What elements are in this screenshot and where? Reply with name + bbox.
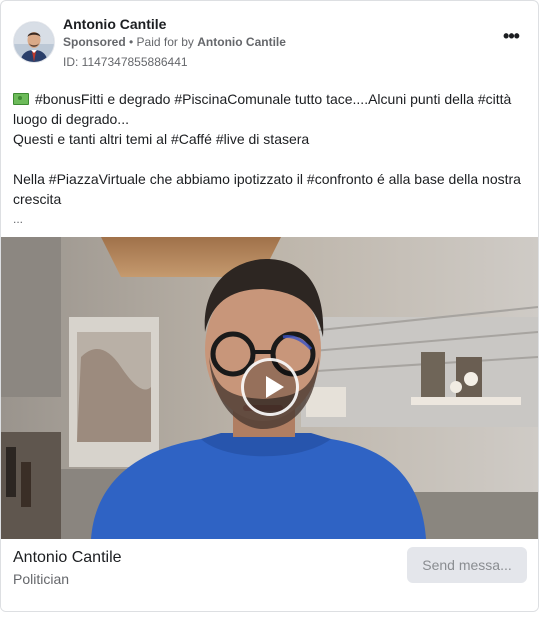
ad-card: Antonio Cantile Sponsored • Paid for by … (0, 0, 539, 612)
page-category: Politician (13, 571, 70, 587)
post-body: #bonusFitti e degrado #PiscinaComunale t… (13, 89, 528, 229)
body-line-3: Nella #PiazzaVirtuale che abbiamo ipotiz… (13, 171, 521, 207)
body-line-2: Questi e tanti altri temi al #Caffé #liv… (13, 131, 310, 147)
body-line-1: #bonusFitti e degrado #PiscinaComunale t… (13, 89, 528, 129)
more-dots-icon[interactable]: ••• (498, 27, 524, 49)
paid-for-by-name: Antonio Cantile (197, 35, 286, 49)
avatar-image (14, 22, 54, 62)
ad-footer: Antonio Cantile Politician Send messa... (1, 539, 538, 611)
see-more-ellipsis[interactable]: ... (13, 209, 528, 229)
send-message-button[interactable]: Send messa... (407, 547, 527, 583)
sponsored-label: Sponsored (63, 35, 126, 49)
ad-id: ID: 1147347855886441 (63, 55, 188, 69)
play-icon[interactable] (241, 358, 299, 416)
page-name[interactable]: Antonio Cantile (13, 549, 122, 567)
paid-for-prefix: • Paid for by (125, 35, 198, 49)
body-line-1-text: #bonusFitti e degrado #PiscinaComunale t… (13, 91, 512, 127)
sponsored-line: Sponsored • Paid for by Antonio Cantile (63, 35, 286, 49)
post-header: Antonio Cantile Sponsored • Paid for by … (13, 15, 526, 71)
money-bill-icon (13, 93, 29, 105)
author-name[interactable]: Antonio Cantile (63, 16, 166, 32)
author-avatar[interactable] (13, 21, 55, 63)
video-thumbnail[interactable] (1, 237, 538, 539)
